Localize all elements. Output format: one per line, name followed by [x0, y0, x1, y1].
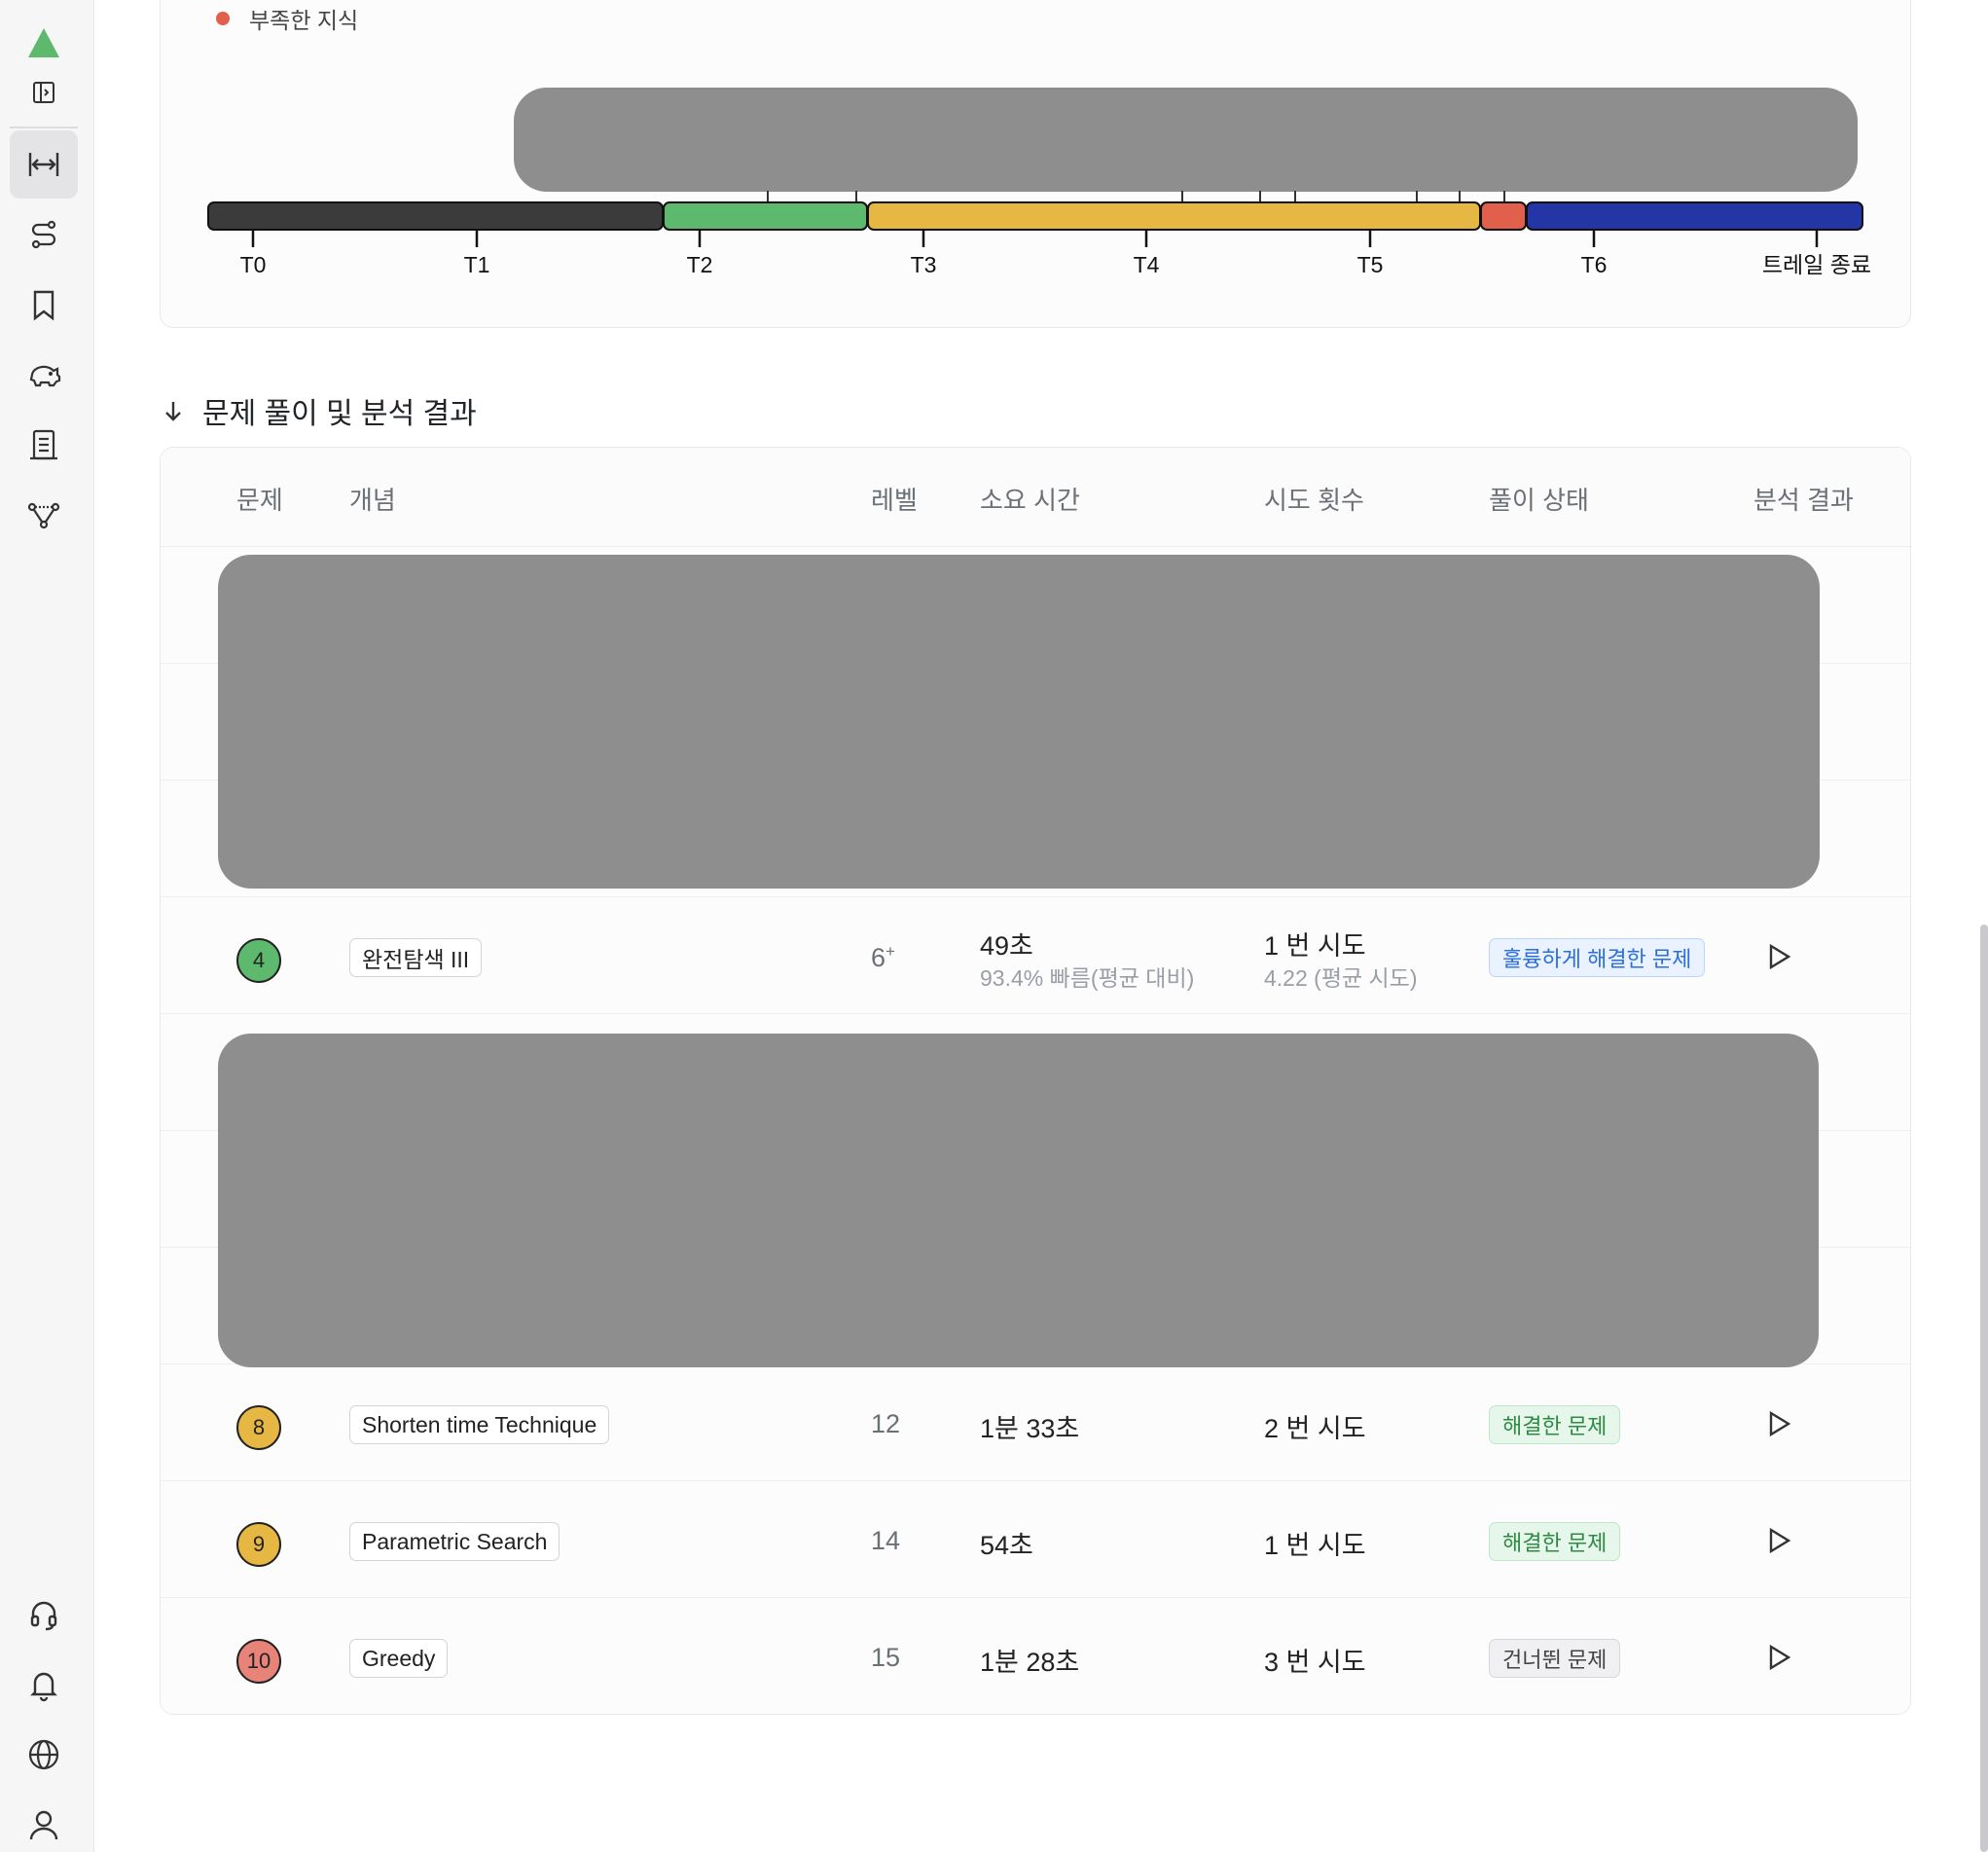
- time-value: 49초: [980, 931, 1033, 961]
- concept-tag[interactable]: Parametric Search: [349, 1522, 560, 1561]
- level-value: 14: [871, 1526, 901, 1555]
- header-concept: 개념: [349, 486, 396, 515]
- header-time: 소요 시간: [980, 486, 1080, 515]
- redacted-area: [218, 1034, 1819, 1367]
- timeline-segment-dark: [207, 201, 664, 231]
- section-header[interactable]: 문제 풀이 및 분석 결과: [160, 389, 477, 432]
- time-value: 1분 28초: [980, 1648, 1080, 1677]
- level-value: 12: [871, 1409, 901, 1438]
- play-icon[interactable]: [1762, 940, 1795, 973]
- tick-label: T1: [464, 252, 490, 277]
- timeline-bar: T0 T1 T2 T3 T4 T5 T6 트레일 종료: [207, 191, 1871, 277]
- tick-label: T5: [1357, 252, 1384, 277]
- concept-tag[interactable]: 완전탐색 III: [349, 938, 483, 977]
- tries-value: 2 번 시도: [1264, 1414, 1366, 1443]
- tick-label: T4: [1134, 252, 1160, 277]
- report-icon[interactable]: [10, 411, 78, 479]
- timeline-segment-green: [663, 201, 868, 231]
- concept-tag[interactable]: Greedy: [349, 1639, 449, 1678]
- concept-tag[interactable]: Shorten time Technique: [349, 1405, 610, 1444]
- section-title: 문제 풀이 및 분석 결과: [202, 398, 477, 430]
- problem-number-badge: 4: [236, 938, 281, 983]
- status-badge: 해결한 문제: [1489, 1405, 1621, 1444]
- table-row[interactable]: 10 Greedy 15 1분 28초 3 번 시도 건너뛴 문제: [161, 1598, 1910, 1714]
- level-value: 15: [871, 1643, 901, 1672]
- play-icon[interactable]: [1762, 1641, 1795, 1674]
- tries-note: 4.22 (평균 시도): [1264, 965, 1418, 991]
- time-value: 1분 33초: [980, 1414, 1080, 1443]
- tries-value: 3 번 시도: [1264, 1648, 1366, 1677]
- table-row[interactable]: 8 Shorten time Technique 12 1분 33초 2 번 시…: [161, 1364, 1910, 1481]
- redacted-area: [218, 555, 1820, 889]
- tick-label: T0: [240, 252, 267, 277]
- table-row[interactable]: 4 완전탐색 III 6+ 49초 93.4% 빠름(평균 대비) 1 번 시도…: [161, 897, 1910, 1014]
- problem-number-badge: 8: [236, 1405, 281, 1450]
- headset-icon[interactable]: [10, 1580, 78, 1649]
- play-icon[interactable]: [1762, 1524, 1795, 1557]
- header-analysis: 분석 결과: [1753, 486, 1854, 515]
- status-badge: 해결한 문제: [1489, 1522, 1621, 1561]
- header-status: 풀이 상태: [1489, 486, 1589, 515]
- problem-number-badge: 10: [236, 1639, 281, 1684]
- status-badge: 훌륭하게 해결한 문제: [1489, 938, 1706, 977]
- header-problem: 문제: [236, 486, 283, 515]
- tries-value: 1 번 시도: [1264, 1531, 1366, 1560]
- play-icon[interactable]: [1762, 1407, 1795, 1440]
- header-level: 레벨: [871, 486, 918, 515]
- timeline-segment-blue: [1526, 201, 1863, 231]
- tries-value: 1 번 시도: [1264, 931, 1366, 961]
- tick-label: T3: [911, 252, 937, 277]
- table-row[interactable]: 9 Parametric Search 14 54초 1 번 시도 해결한 문제: [161, 1481, 1910, 1598]
- table-header: 문제 개념 레벨 소요 시간 시도 횟수 풀이 상태 분석 결과: [161, 448, 1910, 547]
- arrow-down-icon: [165, 402, 181, 421]
- problem-number-badge: 9: [236, 1522, 281, 1567]
- piggy-bank-icon[interactable]: [10, 341, 78, 409]
- level-value: 6+: [871, 942, 895, 972]
- time-note: 93.4% 빠름(평균 대비): [980, 965, 1195, 991]
- globe-icon[interactable]: [10, 1721, 78, 1789]
- time-value: 54초: [980, 1531, 1033, 1560]
- bell-icon[interactable]: [10, 1651, 78, 1719]
- scrollbar[interactable]: [1980, 925, 1988, 1852]
- tick-label: T6: [1581, 252, 1608, 277]
- header-tries: 시도 횟수: [1264, 486, 1364, 515]
- tick-label: 트레일 종료: [1762, 252, 1871, 277]
- network-icon[interactable]: [10, 481, 78, 549]
- user-icon[interactable]: [10, 1791, 78, 1852]
- status-badge: 건너뛴 문제: [1489, 1639, 1621, 1678]
- tick-label: T2: [687, 252, 713, 277]
- timeline-segment-red: [1480, 201, 1527, 231]
- timeline-segment-yellow: [867, 201, 1481, 231]
